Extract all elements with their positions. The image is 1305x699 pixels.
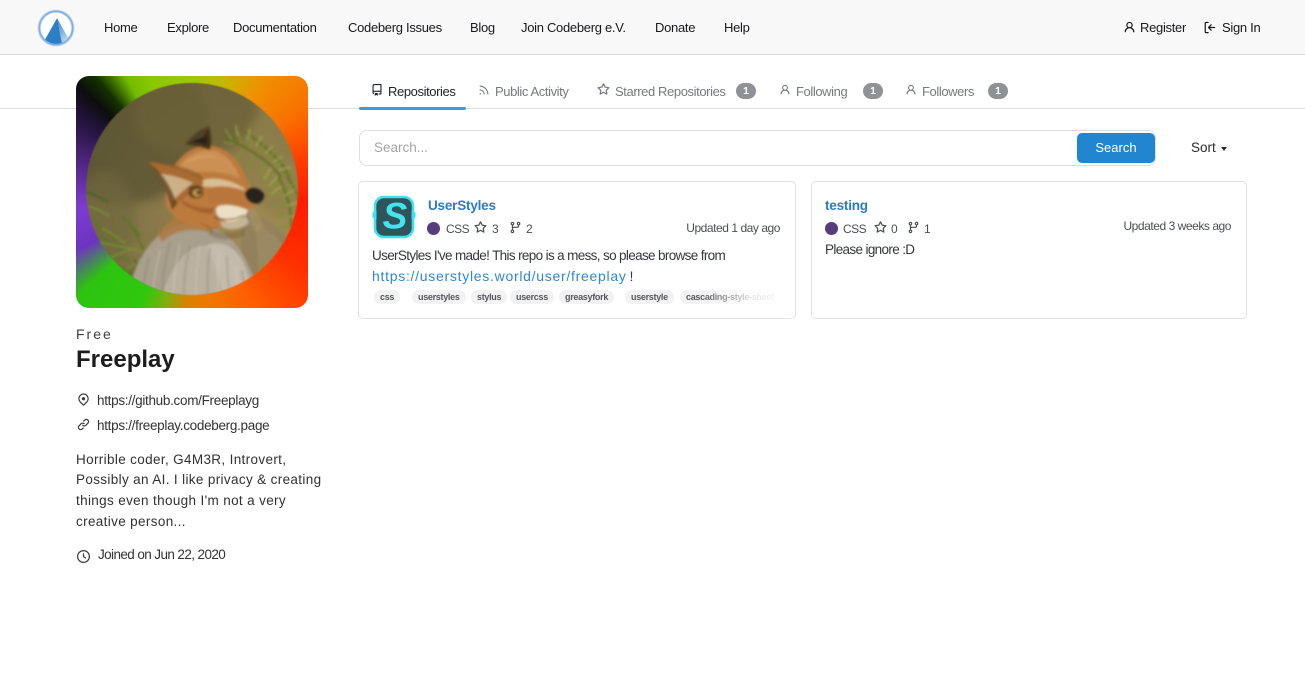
svg-text:S: S <box>383 196 408 237</box>
